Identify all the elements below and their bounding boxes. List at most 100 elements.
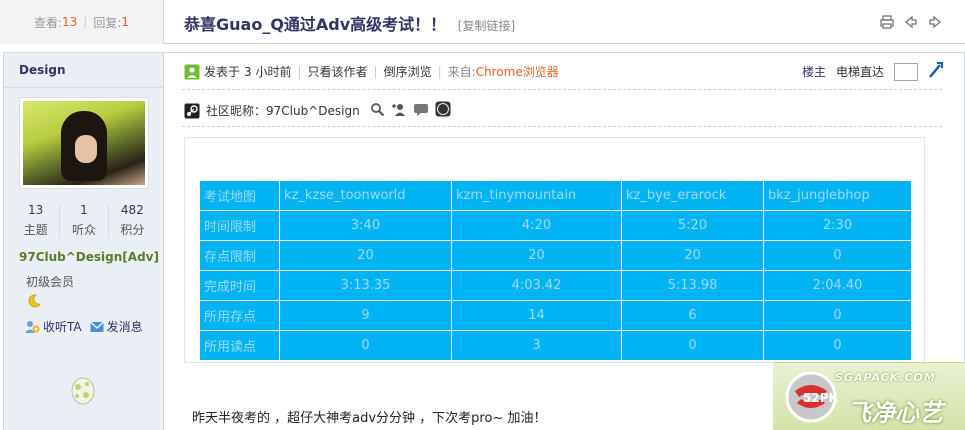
views-label: 查看: bbox=[33, 15, 63, 30]
avatar-image bbox=[23, 101, 145, 185]
table-cell: 2:30 bbox=[763, 210, 912, 241]
table-cell: 0 bbox=[763, 300, 912, 331]
user-stats: 13 主题 1 听众 482 积分 bbox=[12, 203, 156, 238]
stat-topics[interactable]: 13 主题 bbox=[12, 203, 61, 238]
nickname-row: 社区昵称： 97Club^Design bbox=[184, 101, 451, 120]
watermark-logo-icon: 52PK bbox=[783, 369, 839, 428]
watermark-domain: SGAPACK.COM bbox=[835, 371, 936, 384]
nickname-value: 97Club^Design bbox=[266, 103, 360, 118]
post-content: 考试地图 kz_kzse_toonworld kzm_tinymountain … bbox=[184, 137, 925, 363]
only-author-link[interactable]: 只看该作者 bbox=[308, 63, 368, 80]
watermark-site: 52PK bbox=[803, 391, 838, 405]
table-row: 完成时间 3:13.35 4:03.42 5:13.98 2:04.40 bbox=[199, 270, 912, 301]
stat-value: 13 bbox=[28, 203, 44, 217]
stat-value: 1 bbox=[80, 203, 88, 217]
user-profile-panel: Design 13 主题 1 听众 482 积分 97Club^Design[A… bbox=[3, 52, 164, 430]
copy-link[interactable]: [复制链接] bbox=[458, 19, 515, 33]
avatar[interactable] bbox=[19, 97, 149, 189]
jump-go-icon[interactable] bbox=[928, 61, 944, 82]
table-cell: 所用读点 bbox=[199, 330, 280, 361]
table-row: 所用读点 0 3 0 0 bbox=[199, 330, 912, 361]
views-count: 13 bbox=[62, 15, 78, 29]
table-cell: 2:04.40 bbox=[763, 270, 912, 301]
stat-listeners[interactable]: 1 听众 bbox=[60, 203, 109, 238]
table-cell: 20 bbox=[621, 240, 764, 271]
table-cell: 3 bbox=[451, 330, 622, 361]
jump-label: 电梯直达 bbox=[835, 65, 884, 79]
table-cell: 20 bbox=[279, 240, 452, 271]
browser-link[interactable]: Chrome浏览器 bbox=[476, 63, 559, 80]
posted-time: 3 小时前 bbox=[244, 65, 292, 79]
stat-label: 主题 bbox=[23, 223, 48, 237]
stat-label: 积分 bbox=[120, 223, 145, 237]
add-friend-icon[interactable] bbox=[391, 102, 407, 120]
thread-header: 查看: 13 | 回复: 1 恭喜Guao_Q通过Adv高级考试！！ [复制链接… bbox=[0, 0, 965, 44]
table-cell: bkz_junglebhop bbox=[763, 180, 912, 211]
table-cell: 20 bbox=[451, 240, 622, 271]
table-cell: 4:20 bbox=[451, 210, 622, 241]
thread-title-text: 恭喜Guao_Q通过Adv高级考试！！ bbox=[184, 15, 447, 34]
table-cell: 完成时间 bbox=[199, 270, 280, 301]
floor-jump-input[interactable] bbox=[894, 62, 918, 81]
next-thread-icon[interactable] bbox=[927, 14, 943, 30]
site-watermark: 52PK SGAPACK.COM 飞净心艺 bbox=[773, 362, 965, 430]
user-actions: 收听TA 发消息 bbox=[24, 318, 143, 335]
table-cell: 6 bbox=[621, 300, 764, 331]
exam-results-table: 考试地图 kz_kzse_toonworld kzm_tinymountain … bbox=[199, 180, 912, 361]
envelope-icon bbox=[89, 321, 104, 332]
thread-stats: 查看: 13 | 回复: 1 bbox=[0, 0, 164, 44]
table-cell: 时间限制 bbox=[199, 210, 280, 241]
table-cell: 3:13.35 bbox=[279, 270, 452, 301]
table-cell: kz_bye_erarock bbox=[621, 180, 764, 211]
tf2-icon[interactable] bbox=[435, 101, 451, 120]
follow-button[interactable]: 收听TA bbox=[24, 318, 82, 335]
table-cell: 0 bbox=[279, 330, 452, 361]
reverse-browse-link[interactable]: 倒序浏览 bbox=[384, 63, 432, 80]
floor-info: 楼主 电梯直达 bbox=[802, 61, 944, 82]
thread-title: 恭喜Guao_Q通过Adv高级考试！！ [复制链接] bbox=[184, 11, 515, 35]
username[interactable]: Design bbox=[19, 63, 66, 77]
table-cell: 14 bbox=[451, 300, 622, 331]
floor-label: 楼主 bbox=[801, 65, 826, 79]
moon-icon bbox=[26, 293, 42, 312]
online-status-icon bbox=[184, 64, 200, 79]
table-cell: 4:03.42 bbox=[451, 270, 622, 301]
post-message: 昨天半夜考的 ，超仔大神考adv分分钟 ，下次考pro~ 加油！ bbox=[192, 411, 547, 426]
prev-thread-icon[interactable] bbox=[903, 14, 919, 30]
replies-count: 1 bbox=[121, 15, 130, 29]
table-cell: kz_kzse_toonworld bbox=[279, 180, 452, 211]
table-cell: 3:40 bbox=[279, 210, 452, 241]
send-message-button[interactable]: 发消息 bbox=[89, 318, 143, 335]
table-cell: 9 bbox=[279, 300, 452, 331]
follow-label: 收听TA bbox=[43, 320, 82, 334]
search-icon[interactable] bbox=[370, 102, 385, 120]
from-label: 来自: bbox=[447, 65, 476, 79]
table-cell: 所用存点 bbox=[199, 300, 280, 331]
steam-icon bbox=[184, 103, 200, 118]
watermark-brand: 飞净心艺 bbox=[847, 399, 943, 427]
table-cell: 0 bbox=[763, 240, 912, 271]
table-cell: 0 bbox=[763, 330, 912, 361]
table-cell: 考试地图 bbox=[199, 180, 280, 211]
table-cell: kzm_tinymountain bbox=[451, 180, 622, 211]
posted-prefix: 发表于 bbox=[204, 65, 241, 79]
table-cell: 0 bbox=[621, 330, 764, 361]
stat-value: 482 bbox=[120, 203, 144, 217]
egg-medal-icon[interactable] bbox=[68, 375, 98, 408]
nickname-label: 社区昵称： bbox=[206, 104, 267, 118]
table-cell: 5:20 bbox=[621, 210, 764, 241]
user-fullname[interactable]: 97Club^Design[Adv] bbox=[19, 250, 159, 264]
thread-tools bbox=[879, 14, 943, 30]
table-row: 时间限制 3:40 4:20 5:20 2:30 bbox=[199, 210, 912, 241]
table-header-row: 考试地图 kz_kzse_toonworld kzm_tinymountain … bbox=[199, 180, 912, 211]
table-cell: 5:13.98 bbox=[621, 270, 764, 301]
print-icon[interactable] bbox=[879, 14, 895, 30]
stat-label: 听众 bbox=[71, 223, 96, 237]
chat-icon[interactable] bbox=[413, 102, 429, 120]
message-label: 发消息 bbox=[106, 320, 143, 334]
user-level[interactable]: 初级会员 bbox=[26, 273, 74, 290]
table-row: 存点限制 20 20 20 0 bbox=[199, 240, 912, 271]
stat-points[interactable]: 482 积分 bbox=[109, 203, 156, 238]
table-row: 所用存点 9 14 6 0 bbox=[199, 300, 912, 331]
replies-label: 回复: bbox=[93, 15, 122, 30]
